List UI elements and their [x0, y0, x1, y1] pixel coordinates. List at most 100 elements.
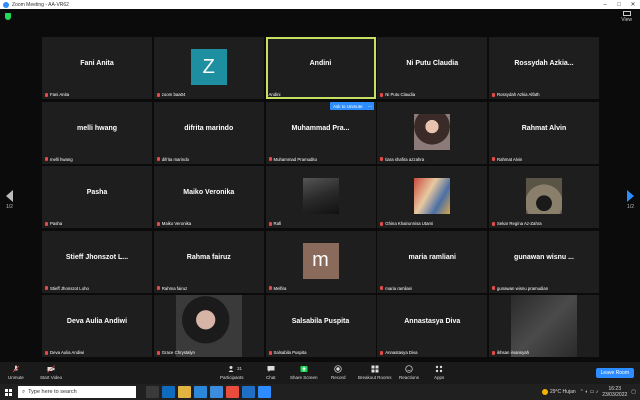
participant-tile-active-speaker[interactable]: Andini Andini — [265, 37, 376, 99]
participant-tile[interactable]: Stieff Jhonszot L... Stieff Jhonszot Loho — [42, 230, 152, 293]
participant-display-name: Maiko Veronika — [183, 189, 235, 196]
meeting-toolbar: Unmute Start Video Participants 31 Chat … — [0, 362, 640, 384]
gallery-grid: Fani Anita Fani Anita Zzoom baa04 Andini And… — [42, 37, 599, 357]
meeting-top-strip: View — [0, 9, 640, 27]
participant-tile[interactable]: Muhammad Pra... Muhammad Pramudito — [265, 101, 376, 164]
next-page-arrow-icon[interactable] — [627, 190, 634, 202]
participant-tile[interactable]: Salsabila Puspita Salsabila Puspita — [265, 295, 376, 357]
muted-mic-icon — [380, 92, 384, 97]
clock[interactable]: 16:23 23/03/2022 — [602, 386, 627, 398]
zoom-logo-icon — [3, 1, 9, 8]
breakout-rooms-icon — [371, 365, 379, 373]
muted-mic-icon — [45, 221, 48, 226]
record-icon — [334, 365, 342, 373]
view-button[interactable]: View — [621, 11, 632, 23]
participant-tile[interactable]: Rahma fairuz Rahma fairuz — [153, 230, 264, 293]
tray-icons[interactable]: ⌃ ◐ ▭ ♪ — [580, 389, 599, 395]
page-indicator-left: 1/2 — [6, 204, 13, 210]
taskbar-apps — [146, 386, 271, 398]
apps-button[interactable]: Apps — [434, 365, 444, 380]
participant-tile[interactable]: Ghina Khairunnisa Utami — [377, 166, 488, 228]
previous-page-arrow-icon[interactable] — [6, 190, 13, 202]
participant-tile[interactable]: Ni Putu Claudia Ni Putu Claudia — [377, 37, 488, 99]
participant-display-name: gunawan wisnu ... — [514, 253, 574, 261]
task-view-icon[interactable] — [146, 386, 159, 398]
participant-tile[interactable]: Fani Anita Fani Anita — [42, 37, 152, 99]
mail-icon[interactable] — [194, 386, 207, 398]
participant-tile[interactable]: melli hwang melli hwang — [42, 101, 152, 164]
participant-name-text: Pasha — [50, 221, 63, 226]
search-icon: ⌕ — [22, 388, 26, 395]
edge-browser-icon[interactable] — [162, 386, 175, 398]
muted-mic-icon — [268, 221, 272, 226]
weather-widget[interactable]: 29°C Hujan — [542, 389, 576, 395]
file-explorer-icon[interactable] — [178, 386, 191, 398]
participant-tile[interactable]: Zzoom baa04 — [153, 37, 264, 99]
participant-name-text: zoom baa04 — [161, 92, 186, 97]
store-icon[interactable] — [210, 386, 223, 398]
participant-name-label: Andini — [269, 92, 281, 97]
participant-tile[interactable]: Maiko Veronika Maiko Veronika — [153, 166, 264, 228]
maximize-icon[interactable]: □ — [612, 0, 626, 9]
muted-mic-icon — [156, 286, 160, 290]
weather-icon — [542, 389, 548, 395]
participant-tile[interactable]: Sekar Regina Az-Zahra — [489, 166, 599, 228]
windows-start-icon[interactable] — [0, 384, 16, 400]
muted-mic-icon — [492, 157, 495, 161]
muted-mic-icon — [268, 350, 272, 355]
tile-more-button[interactable]: ... — [366, 102, 374, 110]
video-off-icon — [47, 365, 55, 373]
participant-name-label: tiara shafira azzahra — [380, 157, 424, 162]
participant-video-image — [414, 178, 451, 214]
participant-tile[interactable]: maria ramliani maria ramliani — [377, 230, 488, 293]
participant-name-label: melli hwang — [45, 157, 73, 162]
muted-mic-icon — [380, 286, 384, 290]
muted-mic-icon — [156, 92, 160, 97]
ask-to-unmute-button[interactable]: Ask to Unmute — [330, 102, 366, 110]
participant-name-label: Ghina Khairunnisa Utami — [380, 221, 433, 226]
minimize-icon[interactable]: – — [598, 0, 612, 9]
breakout-rooms-button[interactable]: Breakout Rooms — [358, 365, 392, 380]
unmute-button[interactable]: Unmute — [8, 365, 24, 380]
notification-icon[interactable]: ▢ — [631, 389, 636, 395]
participant-tile[interactable]: gunawan wisnu ... gunawan wisnu pramudian — [489, 230, 599, 293]
participant-display-name: Andini — [309, 60, 332, 67]
participant-tile[interactable]: Rafi — [265, 166, 376, 228]
participant-video-image — [511, 295, 577, 357]
zoom-taskbar-icon[interactable] — [258, 386, 271, 398]
participant-avatar: Z — [190, 49, 227, 85]
participant-tile[interactable]: tiara shafira azzahra — [377, 101, 488, 164]
participant-name-text: Melfira — [273, 285, 287, 291]
participant-tile[interactable]: difrita marindo difrita marindo — [153, 101, 264, 164]
participant-tile[interactable]: ikhsan irvansyah — [489, 295, 599, 357]
taskbar-search-input[interactable]: ⌕ Type here to search — [18, 386, 136, 398]
close-icon[interactable]: ✕ — [626, 0, 640, 9]
participant-tile[interactable]: Rahmat Alvin Rahmat Alvin — [489, 101, 599, 164]
start-video-button[interactable]: Start Video — [40, 365, 62, 380]
muted-mic-icon — [492, 92, 495, 97]
share-screen-button[interactable]: Share Screen — [290, 365, 318, 380]
security-shield-icon[interactable] — [5, 13, 11, 20]
chrome-icon[interactable] — [226, 386, 239, 398]
leave-room-button[interactable]: Leave Room — [595, 368, 634, 378]
participant-name-label: gunawan wisnu pramudian — [492, 286, 548, 291]
participant-tile[interactable]: Annastasya Diva Annastasya Diva — [377, 295, 488, 357]
participant-tile[interactable]: Grace Chrystalyn — [153, 295, 264, 357]
participant-display-name: Rossydah Azkia... — [514, 60, 574, 67]
participant-tile[interactable]: Deva Aulia Andiwi Deva Aulia Andiwi — [42, 295, 152, 357]
participant-display-name: difrita marindo — [184, 124, 234, 132]
participant-video-image — [526, 178, 562, 214]
participant-display-name: Salsabila Puspita — [291, 318, 350, 325]
participant-name-text: Rafi — [273, 221, 282, 226]
participant-tile[interactable]: Pasha Pasha — [42, 166, 152, 228]
participant-name-label: Rahmat Alvin — [492, 157, 522, 162]
word-icon[interactable] — [242, 386, 255, 398]
participant-tile[interactable]: Rossydah Azkia... Rossydah Azkia Alfath — [489, 37, 599, 99]
chat-icon — [267, 366, 275, 372]
participant-name-label: maria ramliani — [380, 286, 412, 291]
reactions-button[interactable]: Reactions — [399, 365, 419, 380]
chat-button[interactable]: Chat — [266, 365, 276, 380]
participant-tile[interactable]: m Melfira — [265, 230, 376, 293]
record-button[interactable]: Record — [331, 365, 346, 380]
participant-name-text: Rahmat Alvin — [497, 156, 523, 162]
